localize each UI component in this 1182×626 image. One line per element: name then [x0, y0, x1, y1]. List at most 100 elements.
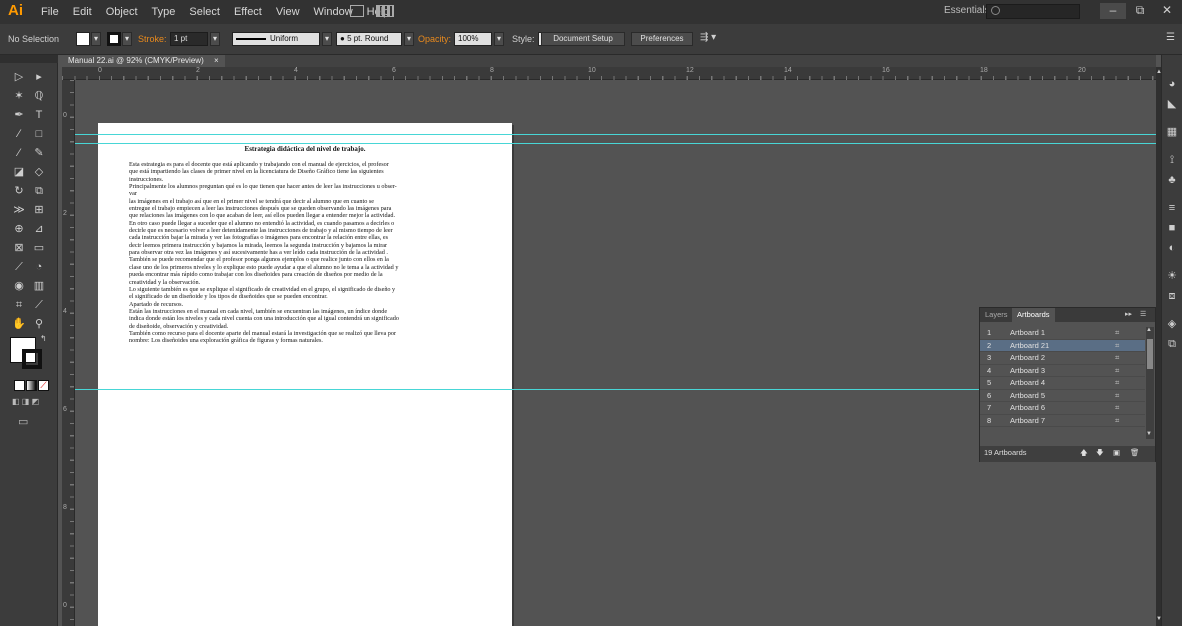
- mesh-tool-icon[interactable]: ⊠: [10, 239, 28, 257]
- panel-menu-icon[interactable]: ☰: [1140, 310, 1146, 318]
- free-transform-tool-icon[interactable]: ⊞: [30, 201, 48, 219]
- eraser-tool-icon[interactable]: ◇: [30, 163, 48, 181]
- screen-mode-icon[interactable]: ▭: [18, 415, 38, 429]
- vertical-ruler[interactable]: 0 2 4 6 8 0: [62, 80, 75, 626]
- paintbrush-tool-icon[interactable]: ⁄: [10, 144, 28, 162]
- menu-select[interactable]: Select: [182, 6, 227, 18]
- stroke-panel-icon[interactable]: ≡: [1165, 201, 1179, 215]
- brush-dropdown[interactable]: ▾: [404, 32, 414, 46]
- stroke-dropdown[interactable]: ▾: [122, 32, 132, 46]
- color-panel-icon[interactable]: ◕: [1165, 77, 1179, 91]
- zoom-tool-icon[interactable]: ⚲: [30, 315, 48, 333]
- artboard-options-icon[interactable]: ⌗: [1115, 352, 1119, 365]
- panel-scrollbar[interactable]: ▲ ▼: [1146, 327, 1154, 439]
- stroke-weight-field[interactable]: 1 pt: [170, 32, 208, 46]
- document-tab-close-icon[interactable]: ×: [214, 56, 219, 65]
- type-tool-icon[interactable]: T: [30, 106, 48, 124]
- menu-edit[interactable]: Edit: [66, 6, 99, 18]
- color-guide-icon[interactable]: ◣: [1165, 97, 1179, 111]
- new-artboard-icon[interactable]: ▣: [1113, 446, 1120, 460]
- artboard[interactable]: Estrategia didáctica del nivel de trabaj…: [98, 123, 512, 626]
- artboard-row[interactable]: 4 Artboard 3 ⌗: [980, 365, 1145, 378]
- magic-wand-tool-icon[interactable]: ✶: [10, 87, 28, 105]
- artboards-icon[interactable]: ⧉: [1165, 337, 1179, 351]
- artboard-row[interactable]: 1 Artboard 1 ⌗: [980, 327, 1145, 340]
- fill-dropdown[interactable]: ▾: [91, 32, 101, 46]
- stroke-color-swatch[interactable]: [22, 349, 42, 369]
- document-tab[interactable]: Manual 22.ai @ 92% (CMYK/Preview) ×: [62, 55, 225, 67]
- menu-view[interactable]: View: [269, 6, 307, 18]
- blend-tool-icon[interactable]: ◔: [30, 258, 48, 276]
- guide-line[interactable]: [75, 143, 1156, 144]
- selection-tool-icon[interactable]: ▷: [10, 68, 28, 86]
- artboard-row[interactable]: 5 Artboard 4 ⌗: [980, 377, 1145, 390]
- artboard-row-selected[interactable]: 2 Artboard 21 ⌗: [980, 339, 1145, 353]
- stroke-profile-dropdown[interactable]: ▾: [322, 32, 332, 46]
- arrange-documents-icon[interactable]: [376, 5, 394, 17]
- artboard-options-icon[interactable]: ⌗: [1115, 327, 1119, 340]
- layers-icon[interactable]: ◈: [1165, 317, 1179, 331]
- rotate-tool-icon[interactable]: ↻: [10, 182, 28, 200]
- artboard-options-icon[interactable]: ⌗: [1115, 415, 1119, 428]
- artboard-tool-icon[interactable]: ⌗: [10, 296, 28, 314]
- slice-tool-icon[interactable]: ⟋: [30, 296, 48, 314]
- transparency-icon[interactable]: ◐: [1165, 241, 1179, 255]
- guide-line[interactable]: [75, 389, 979, 390]
- perspective-grid-tool-icon[interactable]: ⊿: [30, 220, 48, 238]
- artboard-options-icon[interactable]: ⌗: [1115, 340, 1119, 353]
- artboard-row[interactable]: 6 Artboard 5 ⌗: [980, 390, 1145, 402]
- close-button[interactable]: ✕: [1154, 3, 1180, 19]
- none-mode-icon[interactable]: ⟋: [38, 380, 49, 391]
- menu-file[interactable]: File: [34, 6, 66, 18]
- symbols-icon[interactable]: ♣: [1165, 173, 1179, 187]
- stroke-weight-dropdown[interactable]: ▾: [210, 32, 220, 46]
- opacity-dropdown[interactable]: ▾: [494, 32, 504, 46]
- arrange-icon[interactable]: ⇶ ▾: [700, 32, 716, 43]
- hand-tool-icon[interactable]: ✋: [10, 315, 28, 333]
- document-setup-button[interactable]: Document Setup: [541, 32, 625, 46]
- minimize-button[interactable]: –: [1100, 3, 1126, 19]
- panel-scroll-up-icon[interactable]: ▲: [1146, 327, 1152, 333]
- move-down-icon[interactable]: 🡇: [1096, 446, 1104, 460]
- brush-select[interactable]: ● 5 pt. Round: [336, 32, 402, 46]
- lasso-tool-icon[interactable]: ℚ: [30, 87, 48, 105]
- panel-scroll-thumb[interactable]: [1147, 339, 1153, 369]
- color-mode-icon[interactable]: [14, 380, 25, 391]
- opacity-field[interactable]: 100%: [454, 32, 492, 46]
- artboard-options-icon[interactable]: ⌗: [1115, 402, 1119, 415]
- blob-brush-tool-icon[interactable]: ◪: [10, 163, 28, 181]
- artboard-row[interactable]: 8 Artboard 7 ⌗: [980, 415, 1145, 428]
- swap-colors-icon[interactable]: ↰: [40, 335, 48, 343]
- appearance-icon[interactable]: ☀: [1165, 269, 1179, 283]
- artboard-options-icon[interactable]: ⌗: [1115, 365, 1119, 378]
- bridge-icon[interactable]: [350, 5, 364, 17]
- panel-collapse-icon[interactable]: ▸▸: [1125, 310, 1132, 318]
- rectangle-tool-icon[interactable]: □: [30, 125, 48, 143]
- column-graph-tool-icon[interactable]: ▥: [30, 277, 48, 295]
- tab-layers[interactable]: Layers: [980, 308, 1013, 322]
- preferences-button[interactable]: Preferences: [631, 32, 693, 46]
- opacity-label[interactable]: Opacity:: [418, 34, 451, 44]
- eyedropper-tool-icon[interactable]: ⟋: [10, 258, 28, 276]
- graphic-styles-icon[interactable]: ⧈: [1165, 289, 1179, 303]
- tab-artboards[interactable]: Artboards: [1012, 308, 1055, 322]
- stroke-label[interactable]: Stroke:: [138, 34, 167, 44]
- pencil-tool-icon[interactable]: ✎: [30, 144, 48, 162]
- fill-swatch[interactable]: [76, 32, 90, 46]
- gradient-mode-icon[interactable]: [26, 380, 37, 391]
- restore-button[interactable]: ⧉: [1127, 3, 1153, 19]
- gradient-tool-icon[interactable]: ▭: [30, 239, 48, 257]
- artboard-row[interactable]: 7 Artboard 6 ⌗: [980, 402, 1145, 415]
- line-tool-icon[interactable]: ∕: [10, 125, 28, 143]
- menu-object[interactable]: Object: [99, 6, 145, 18]
- panel-scroll-down-icon[interactable]: ▼: [1146, 431, 1152, 437]
- scale-tool-icon[interactable]: ⧉: [30, 182, 48, 200]
- gradient-panel-icon[interactable]: ■: [1165, 221, 1179, 235]
- panel-menu-icon[interactable]: ☰: [1166, 32, 1175, 43]
- stroke-swatch[interactable]: [107, 32, 121, 46]
- pen-tool-icon[interactable]: ✒: [10, 106, 28, 124]
- artboard-row[interactable]: 3 Artboard 2 ⌗: [980, 352, 1145, 365]
- symbol-sprayer-tool-icon[interactable]: ◉: [10, 277, 28, 295]
- swatches-icon[interactable]: ▦: [1165, 125, 1179, 139]
- stroke-profile-select[interactable]: Uniform: [232, 32, 320, 46]
